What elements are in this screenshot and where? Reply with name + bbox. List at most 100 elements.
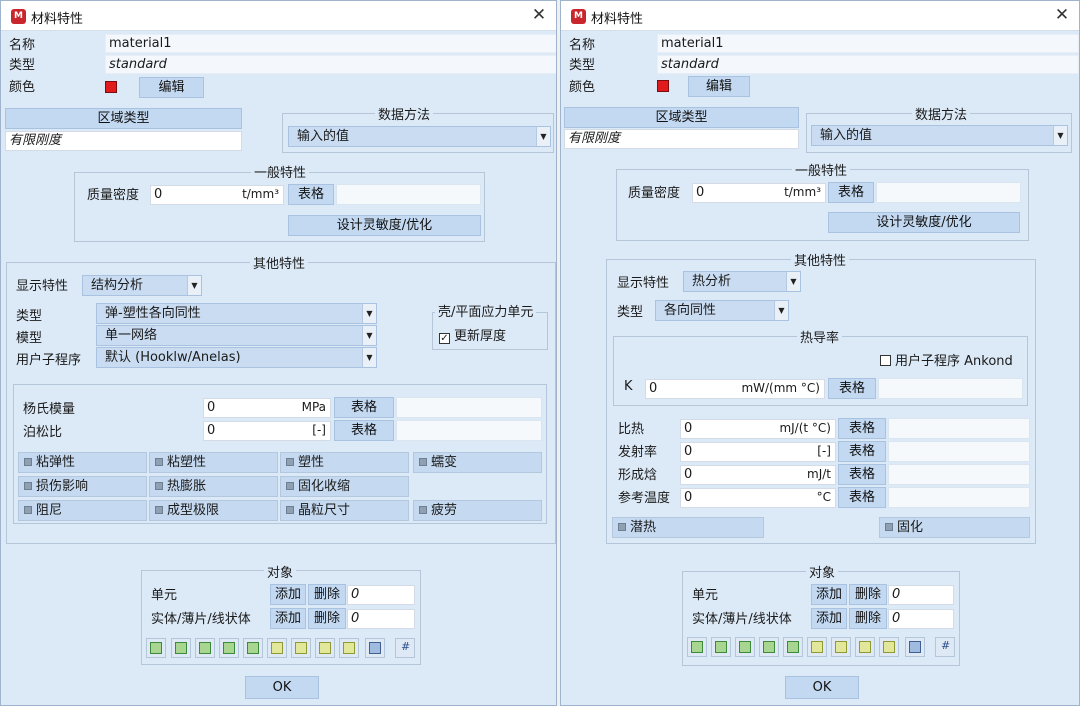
option-cure-shrinkage[interactable]: 固化收缩 bbox=[280, 476, 409, 497]
data-method-select[interactable]: 输入的值 ▼ bbox=[811, 125, 1068, 146]
option-grain-size[interactable]: 晶粒尺寸 bbox=[280, 500, 409, 521]
k-table-field bbox=[878, 378, 1023, 399]
id-entry-icon[interactable]: # bbox=[395, 638, 415, 658]
type-field[interactable]: standard bbox=[657, 55, 1079, 74]
option-latent-heat[interactable]: 潜热 bbox=[612, 517, 764, 538]
select-all-elements-icon[interactable] bbox=[146, 638, 166, 658]
chevron-down-icon: ▼ bbox=[362, 326, 376, 345]
select-faces-icon[interactable] bbox=[171, 638, 191, 658]
add-elements-button[interactable]: 添加 bbox=[270, 584, 306, 605]
display-props-select[interactable]: 热分析 ▼ bbox=[683, 271, 801, 292]
density-table-button[interactable]: 表格 bbox=[288, 184, 334, 205]
id-entry-icon[interactable]: # bbox=[935, 637, 955, 657]
select-edges-icon[interactable] bbox=[735, 637, 755, 657]
ok-button[interactable]: OK bbox=[785, 676, 859, 699]
color-swatch[interactable] bbox=[105, 81, 117, 93]
name-label: 名称 bbox=[569, 38, 596, 53]
kind-value: 各向同性 bbox=[664, 303, 717, 318]
display-props-select[interactable]: 结构分析 ▼ bbox=[82, 275, 202, 296]
delete-elements-button[interactable]: 删除 bbox=[849, 584, 887, 605]
select-region-icon[interactable] bbox=[783, 637, 803, 657]
emissivity-input[interactable]: 0 [-] bbox=[680, 442, 836, 462]
name-field[interactable]: material1 bbox=[105, 34, 556, 53]
design-sensitivity-button[interactable]: 设计灵敏度/优化 bbox=[288, 215, 481, 236]
poisson-ratio-input[interactable]: 0 [-] bbox=[203, 421, 331, 441]
select-nodes-icon[interactable] bbox=[219, 638, 239, 658]
option-forming-limit[interactable]: 成型极限 bbox=[149, 500, 278, 521]
option-viscoelastic[interactable]: 粘弹性 bbox=[18, 452, 147, 473]
density-input[interactable]: 0 t/mm³ bbox=[150, 185, 284, 205]
close-icon[interactable]: ✕ bbox=[1051, 4, 1073, 26]
data-method-select[interactable]: 输入的值 ▼ bbox=[288, 126, 551, 147]
add-solids-button[interactable]: 添加 bbox=[811, 608, 847, 629]
select-sheet-icon[interactable] bbox=[291, 638, 311, 658]
option-damping[interactable]: 阻尼 bbox=[18, 500, 147, 521]
density-input[interactable]: 0 t/mm³ bbox=[692, 183, 826, 203]
select-solid-icon[interactable] bbox=[807, 637, 827, 657]
specific-heat-table-button[interactable]: 表格 bbox=[838, 418, 886, 439]
select-nodes-icon[interactable] bbox=[759, 637, 779, 657]
density-unit: t/mm³ bbox=[242, 187, 279, 201]
youngs-modulus-unit: MPa bbox=[301, 400, 326, 414]
select-all-elements-icon[interactable] bbox=[687, 637, 707, 657]
option-viscoplastic[interactable]: 粘塑性 bbox=[149, 452, 278, 473]
option-plasticity[interactable]: 塑性 bbox=[280, 452, 409, 473]
youngs-modulus-label: 杨氏模量 bbox=[23, 402, 76, 417]
pick-list-icon[interactable] bbox=[905, 637, 925, 657]
k-input[interactable]: 0 mW/(mm °C) bbox=[645, 379, 825, 399]
edit-color-button[interactable]: 编辑 bbox=[139, 77, 204, 98]
chevron-down-icon: ▼ bbox=[362, 304, 376, 323]
select-sheet-icon[interactable] bbox=[831, 637, 851, 657]
delete-solids-button[interactable]: 删除 bbox=[308, 608, 346, 629]
elements-count: 0 bbox=[888, 585, 954, 605]
region-type-button[interactable]: 区域类型 bbox=[5, 108, 242, 129]
add-solids-button[interactable]: 添加 bbox=[270, 608, 306, 629]
youngs-modulus-input[interactable]: 0 MPa bbox=[203, 398, 331, 418]
color-swatch[interactable] bbox=[657, 80, 669, 92]
poisson-table-button[interactable]: 表格 bbox=[334, 420, 394, 441]
update-thickness-checkbox[interactable]: ✓ 更新厚度 bbox=[439, 325, 506, 344]
option-fatigue[interactable]: 疲劳 bbox=[413, 500, 542, 521]
option-thermal-expansion[interactable]: 热膨胀 bbox=[149, 476, 278, 497]
density-table-button[interactable]: 表格 bbox=[828, 182, 874, 203]
model-select[interactable]: 单一网络 ▼ bbox=[96, 325, 377, 346]
delete-elements-button[interactable]: 删除 bbox=[308, 584, 346, 605]
ankond-checkbox[interactable]: 用户子程序 Ankond bbox=[880, 350, 1013, 369]
delete-solids-button[interactable]: 删除 bbox=[849, 608, 887, 629]
option-curing[interactable]: 固化 bbox=[879, 517, 1030, 538]
ref-temp-table-button[interactable]: 表格 bbox=[838, 487, 886, 508]
option-creep[interactable]: 蠕变 bbox=[413, 452, 542, 473]
k-table-button[interactable]: 表格 bbox=[828, 378, 876, 399]
emissivity-table-button[interactable]: 表格 bbox=[838, 441, 886, 462]
design-sensitivity-button[interactable]: 设计灵敏度/优化 bbox=[828, 212, 1020, 233]
select-region-icon[interactable] bbox=[243, 638, 263, 658]
select-surface-icon[interactable] bbox=[315, 638, 335, 658]
select-surface-icon[interactable] bbox=[855, 637, 875, 657]
ok-button[interactable]: OK bbox=[245, 676, 319, 699]
formation-enthalpy-input[interactable]: 0 mJ/t bbox=[680, 465, 836, 485]
add-elements-button[interactable]: 添加 bbox=[811, 584, 847, 605]
select-wire-icon[interactable] bbox=[339, 638, 359, 658]
select-solid-icon[interactable] bbox=[267, 638, 287, 658]
option-label: 粘弹性 bbox=[36, 455, 76, 470]
formation-enthalpy-table-button[interactable]: 表格 bbox=[838, 464, 886, 485]
check-icon: ✓ bbox=[439, 333, 450, 344]
kind-select[interactable]: 各向同性 ▼ bbox=[655, 300, 789, 321]
user-sub-select[interactable]: 默认 (Hooklw/Anelas) ▼ bbox=[96, 347, 377, 368]
ref-temp-input[interactable]: 0 °C bbox=[680, 488, 836, 508]
youngs-table-button[interactable]: 表格 bbox=[334, 397, 394, 418]
type-field[interactable]: standard bbox=[105, 55, 556, 74]
model-label: 模型 bbox=[16, 331, 43, 346]
name-field[interactable]: material1 bbox=[657, 34, 1079, 53]
edit-color-button[interactable]: 编辑 bbox=[688, 76, 750, 97]
region-type-button[interactable]: 区域类型 bbox=[564, 107, 799, 128]
select-wire-icon[interactable] bbox=[879, 637, 899, 657]
kind-select[interactable]: 弹-塑性各向同性 ▼ bbox=[96, 303, 377, 324]
option-damage[interactable]: 损伤影响 bbox=[18, 476, 147, 497]
select-faces-icon[interactable] bbox=[711, 637, 731, 657]
pick-list-icon[interactable] bbox=[365, 638, 385, 658]
other-props-title: 其他特性 bbox=[250, 253, 309, 272]
close-icon[interactable]: ✕ bbox=[528, 4, 550, 26]
specific-heat-input[interactable]: 0 mJ/(t °C) bbox=[680, 419, 836, 439]
select-edges-icon[interactable] bbox=[195, 638, 215, 658]
